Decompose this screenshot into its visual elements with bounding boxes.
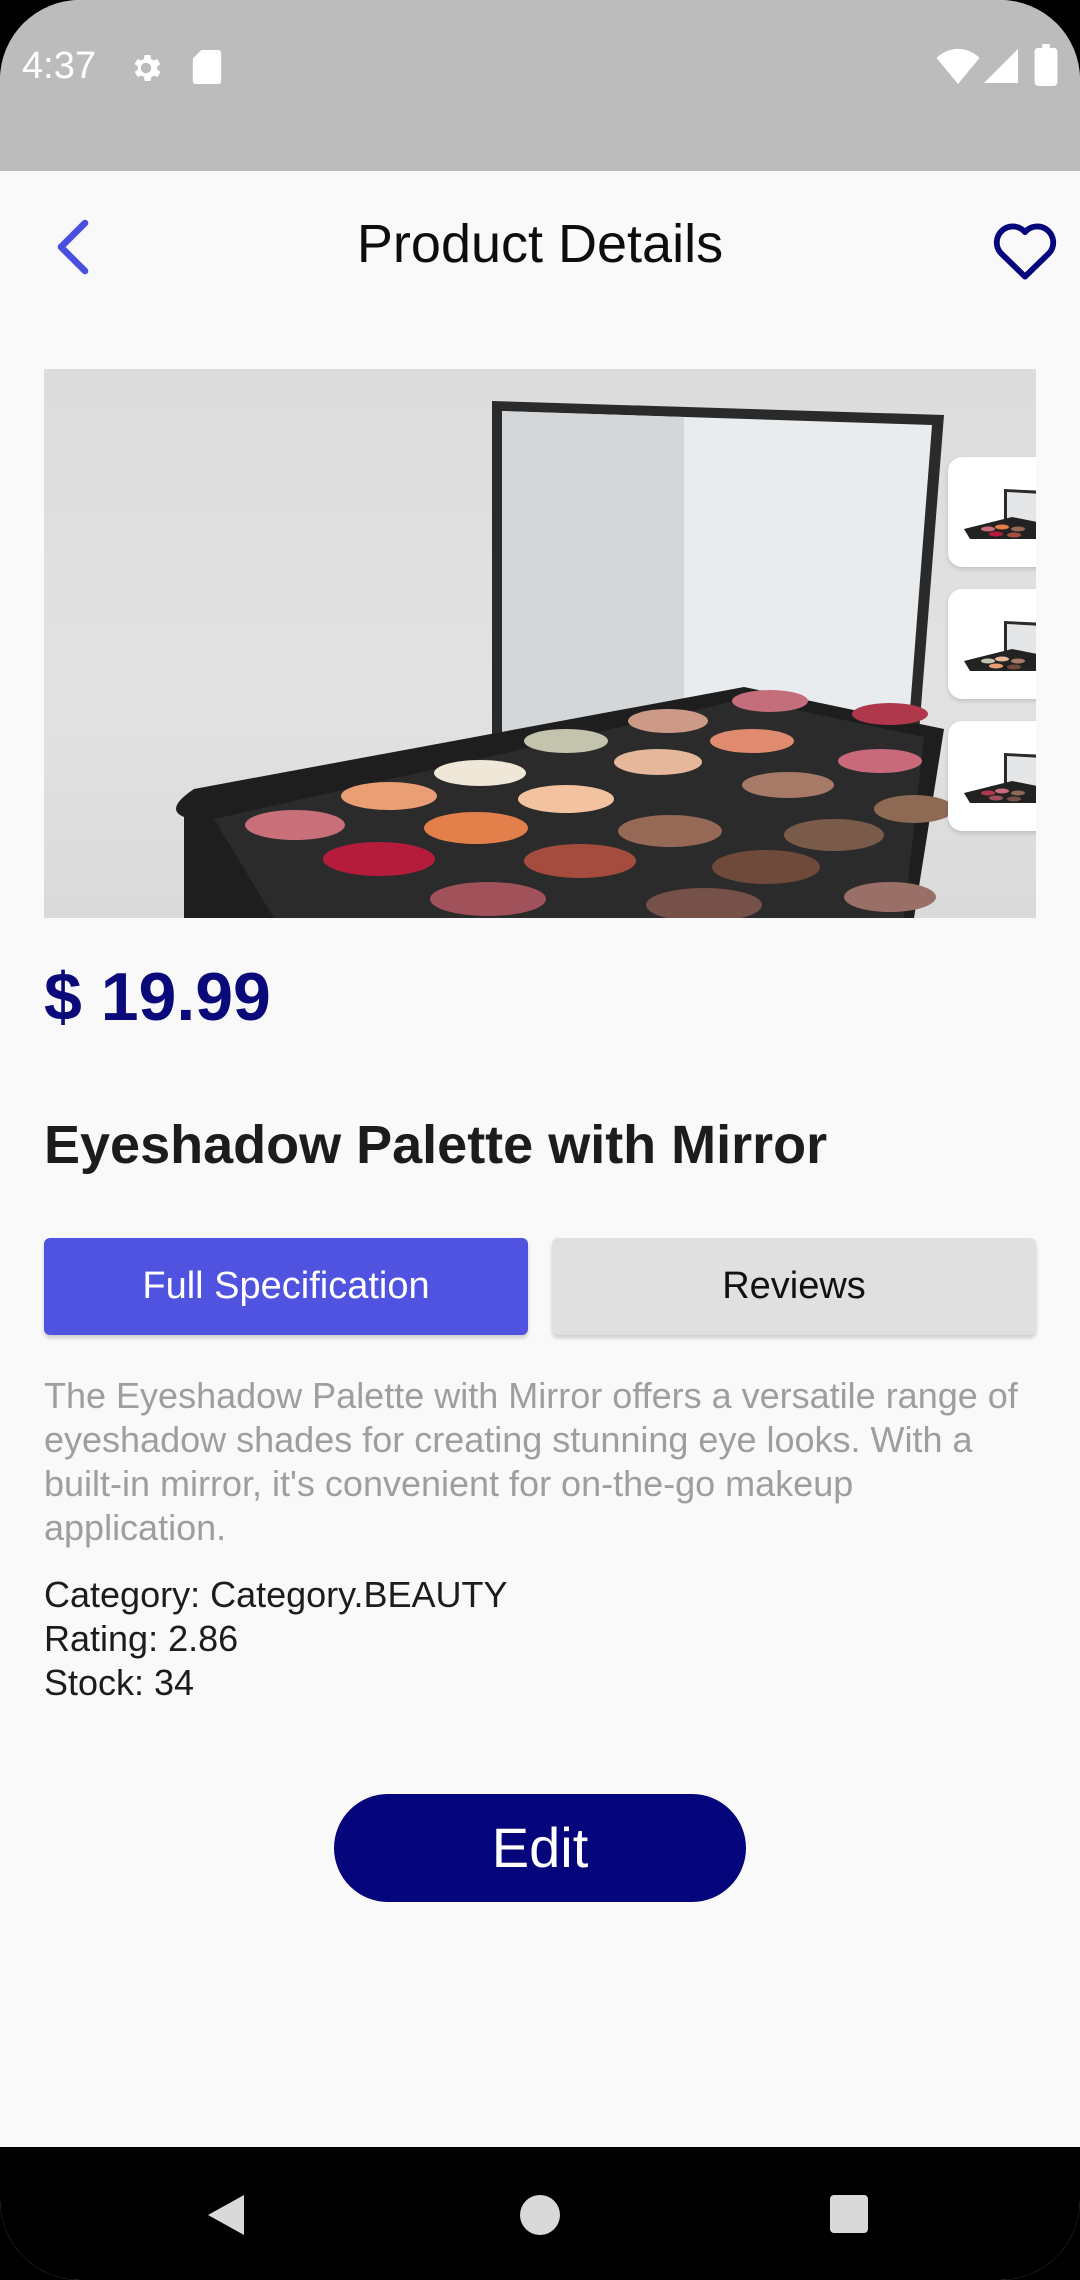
thumbnail-2[interactable]	[948, 589, 1036, 699]
tab-reviews[interactable]: Reviews	[552, 1238, 1036, 1335]
recents-square-icon[interactable]	[828, 2193, 870, 2235]
system-nav-bar	[0, 2147, 1080, 2280]
product-image[interactable]	[44, 369, 1036, 918]
product-rating: Rating: 2.86	[44, 1618, 239, 1659]
product-stock: Stock: 34	[44, 1662, 195, 1703]
page-title: Product Details	[356, 214, 724, 274]
heart-outline-icon[interactable]	[990, 217, 1060, 281]
eyeshadow-palette-illustration	[176, 401, 954, 918]
product-category: Category: Category.BEAUTY	[44, 1574, 508, 1615]
product-details-screen: 4:37 Product Details $ 19.99 Eyeshadow P…	[0, 0, 1080, 2280]
product-description: The Eyeshadow Palette with Mirror offers…	[44, 1375, 1018, 1548]
wifi-icon	[936, 48, 980, 84]
product-name: Eyeshadow Palette with Mirror	[44, 1115, 828, 1175]
settings-icon	[134, 54, 161, 82]
thumbnail-1[interactable]	[948, 457, 1036, 567]
signal-icon	[984, 49, 1018, 83]
palette-thumb-icon	[964, 753, 1036, 803]
product-price: $ 19.99	[44, 959, 271, 1035]
battery-icon	[1034, 44, 1058, 86]
palette-thumb-icon	[964, 489, 1036, 539]
thumbnail-3[interactable]	[948, 721, 1036, 831]
status-bar: 4:37	[0, 0, 1080, 171]
edit-button[interactable]: Edit	[334, 1794, 746, 1902]
home-circle-icon[interactable]	[518, 2193, 562, 2237]
palette-thumb-icon	[964, 621, 1036, 671]
sd-card-icon	[192, 50, 222, 84]
back-triangle-icon[interactable]	[204, 2191, 248, 2239]
tab-full-specification[interactable]: Full Specification	[44, 1238, 528, 1335]
product-details-list: Category: Category.BEAUTY Rating: 2.86 S…	[44, 1573, 508, 1705]
status-time: 4:37	[22, 45, 96, 87]
app-bar: Product Details	[0, 171, 1080, 331]
